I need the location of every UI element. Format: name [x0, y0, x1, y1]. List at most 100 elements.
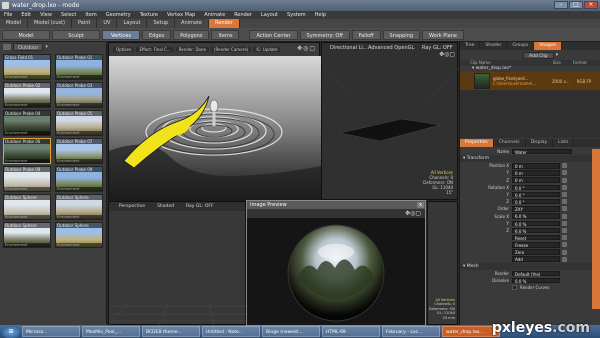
layout-tab-render[interactable]: Render: [209, 19, 240, 28]
property-value[interactable]: Add: [512, 256, 560, 262]
column-size[interactable]: Size: [553, 60, 561, 66]
transform-section[interactable]: ▾ Transform: [460, 155, 600, 163]
sculpt-mode-button[interactable]: Sculpt: [52, 29, 100, 40]
taskbar-button[interactable]: Binge (newest...: [262, 326, 320, 337]
menu-item-help[interactable]: Help: [315, 11, 326, 19]
property-value[interactable]: Freeze: [512, 242, 560, 248]
preset-thumbnail[interactable]: Outdoor Probe 04 Environment: [3, 110, 51, 136]
property-value[interactable]: 0.0 °: [512, 184, 560, 191]
layout-tab-setup[interactable]: Setup: [147, 19, 176, 28]
side-tab-strip[interactable]: [592, 149, 600, 309]
keyframe-icon[interactable]: [562, 249, 567, 255]
taskbar-button[interactable]: HTML-69: [322, 326, 380, 337]
preset-thumbnail[interactable]: Outdoor Probe 06 Environment: [3, 138, 51, 164]
property-value[interactable]: 6.0 %: [512, 227, 560, 234]
tab-lists[interactable]: Lists: [553, 139, 575, 147]
preset-thumbnail[interactable]: Outdoor Probe 05 Environment: [55, 110, 103, 136]
keyframe-icon[interactable]: [562, 256, 567, 262]
keyframe-icon[interactable]: [562, 192, 567, 198]
name-field[interactable]: Water: [512, 148, 572, 155]
property-value[interactable]: ZXY: [512, 206, 560, 212]
close-button[interactable]: ×: [584, 1, 598, 9]
ray-gl-label[interactable]: Ray GL: OFF: [186, 204, 214, 209]
keyframe-icon[interactable]: [562, 220, 567, 226]
clip-list-item[interactable]: globe_frontyard... C:\Users\username\...…: [460, 72, 600, 90]
layout-tab-animate[interactable]: Animate: [175, 19, 209, 28]
preset-thumbnail[interactable]: Outdoor Probe 09 Environment: [55, 166, 103, 192]
taskbar-button[interactable]: Microso...: [22, 326, 80, 337]
property-value[interactable]: 0 m: [512, 163, 560, 169]
render-viewport[interactable]: Options Effect: Final C... Render: Done …: [108, 42, 321, 201]
tab-shader[interactable]: Shader: [480, 42, 508, 50]
menu-item-layout[interactable]: Layout: [261, 11, 278, 19]
snapping-button[interactable]: Snapping: [382, 29, 421, 40]
chevron-down-icon[interactable]: ▾: [45, 44, 48, 50]
menu-item-view[interactable]: View: [40, 11, 52, 19]
items-button[interactable]: Items: [211, 29, 240, 40]
bottom-right-viewport[interactable]: All Vertices Channels: 0 Deformers: ON G…: [427, 201, 458, 325]
preset-thumbnail[interactable]: Outdoor Probe 08 Environment: [3, 166, 51, 192]
menu-item-select[interactable]: Select: [61, 11, 76, 19]
render-dropdown[interactable]: Default (Yes): [512, 270, 560, 277]
ic-update-button[interactable]: IC: Update: [253, 47, 281, 52]
falloff-button[interactable]: Falloff: [351, 29, 381, 40]
property-value[interactable]: 6.0 %: [512, 220, 560, 227]
bottom-viewport[interactable]: Perspective Shaded Ray GL: OFF: [108, 201, 247, 326]
options-button[interactable]: Options: [113, 47, 135, 52]
property-value[interactable]: 0 m: [512, 170, 560, 176]
menu-item-texture[interactable]: Texture: [140, 11, 158, 19]
render-curves-checkbox[interactable]: [512, 285, 517, 291]
property-value[interactable]: 6.0 %: [512, 213, 560, 219]
menu-item-vertex-map[interactable]: Vertex Map: [167, 11, 195, 19]
layout-tab-paint[interactable]: Paint: [72, 19, 98, 28]
view-perspective-dropdown[interactable]: Perspective: [119, 204, 145, 209]
keyframe-icon[interactable]: [562, 177, 567, 183]
keyframe-icon[interactable]: [562, 227, 567, 233]
property-value[interactable]: 0 m: [512, 177, 560, 183]
effect-dropdown[interactable]: Effect: Final C...: [136, 47, 174, 52]
property-value[interactable]: Zero: [512, 249, 560, 255]
menu-item-render[interactable]: Render: [234, 11, 252, 19]
add-clip-button[interactable]: Add Clip: [523, 51, 554, 59]
layout-tab-model-cust-[interactable]: Model (cust): [28, 19, 73, 28]
dissolve-field[interactable]: 0.0 %: [512, 277, 560, 284]
tab-images[interactable]: Images: [534, 42, 562, 50]
menu-item-item[interactable]: Item: [85, 11, 96, 19]
menu-item-animate[interactable]: Animate: [204, 11, 225, 19]
chevron-down-icon[interactable]: ▾: [556, 52, 559, 58]
preset-thumbnail[interactable]: Outdoor Sphere Environment: [3, 194, 51, 220]
property-value[interactable]: Reset: [512, 234, 560, 241]
menu-item-system[interactable]: System: [287, 11, 306, 19]
viewport-nav-icons[interactable]: ✥◎▢: [297, 45, 316, 52]
edges-button[interactable]: Edges: [142, 29, 172, 40]
image-preview-titlebar[interactable]: Image Preview x: [247, 201, 425, 209]
preset-thumbnail[interactable]: Outdoor Probe 01 Environment: [55, 54, 103, 80]
vertices-button[interactable]: Vertices: [102, 29, 140, 40]
taskbar-button[interactable]: Untitled - Note...: [202, 326, 260, 337]
symmetry-button[interactable]: Symmetry: Off: [299, 29, 350, 40]
keyframe-icon[interactable]: [562, 163, 567, 169]
taskbar-button[interactable]: February - Loc...: [382, 326, 440, 337]
preset-thumbnail[interactable]: Outdoor Sphere Environment: [55, 194, 103, 220]
menu-item-geometry[interactable]: Geometry: [106, 11, 131, 19]
action-center-button[interactable]: Action Center: [249, 29, 298, 40]
model-mode-button[interactable]: Model: [2, 29, 50, 40]
keyframe-icon[interactable]: [562, 170, 567, 176]
preset-category-dropdown[interactable]: Outdoor: [13, 43, 44, 51]
property-value[interactable]: 0.0 °: [512, 198, 560, 205]
menu-item-edit[interactable]: Edit: [21, 11, 31, 19]
tab-groups[interactable]: Groups: [507, 42, 535, 50]
tab-properties[interactable]: Properties: [460, 139, 494, 147]
mesh-section[interactable]: ▾ Mesh: [460, 262, 600, 270]
preset-thumbnail[interactable]: Outdoor Sphere Environment: [3, 222, 51, 248]
preset-thumbnail[interactable]: Outdoor Probe 03 Environment: [55, 82, 103, 108]
work-plane-button[interactable]: Work Plane: [422, 29, 464, 40]
keyframe-icon[interactable]: [562, 184, 567, 190]
camera-dropdown[interactable]: (Render Camera): [210, 47, 252, 52]
taskbar-button[interactable]: BCDEB theme...: [142, 326, 200, 337]
shading-dropdown[interactable]: Shaded: [157, 204, 174, 209]
preset-thumbnail[interactable]: Outdoor Probe 07 Environment: [55, 138, 103, 164]
layout-tab-layout[interactable]: Layout: [117, 19, 148, 28]
keyframe-icon[interactable]: [562, 242, 567, 248]
keyframe-icon[interactable]: [562, 199, 567, 205]
